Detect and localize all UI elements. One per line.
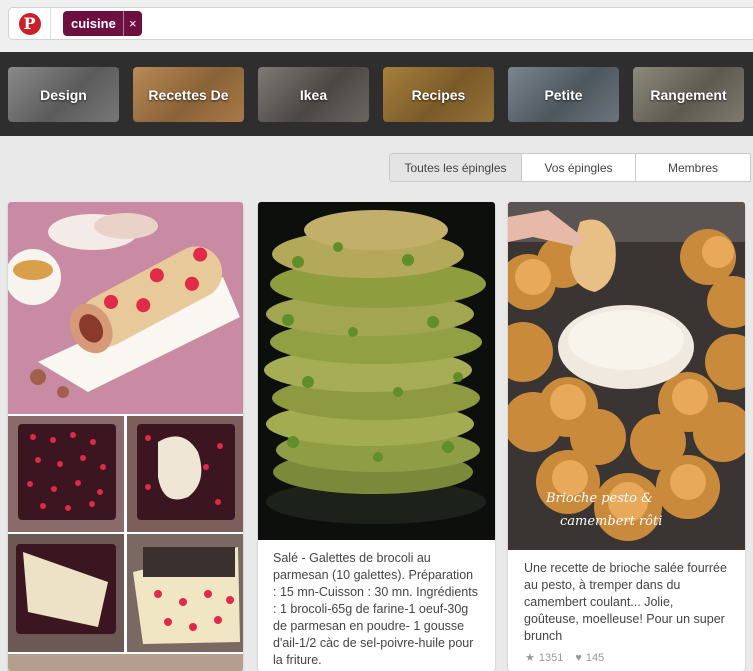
- category-label: Design: [40, 86, 87, 103]
- repin-count: 1351: [538, 651, 564, 664]
- tab-all-pins[interactable]: Toutes les épingles: [389, 153, 522, 182]
- pin-card[interactable]: [8, 202, 243, 671]
- pinterest-logo-icon[interactable]: P: [9, 8, 51, 39]
- category-strip: Design Recettes De Ikea Recipes Petite R…: [0, 52, 753, 136]
- pin-description: Salé - Galettes de brocoli au parmesan (…: [273, 551, 478, 667]
- image-caption: camembert rôti: [560, 514, 662, 529]
- pin-image[interactable]: [8, 202, 243, 671]
- search-bar[interactable]: P cuisine ×: [8, 7, 753, 40]
- repin-icon: ★: [525, 652, 535, 664]
- category-ikea[interactable]: Ikea: [258, 67, 369, 122]
- remove-tag-icon[interactable]: ×: [122, 11, 142, 36]
- category-label: Petite: [544, 86, 583, 103]
- category-label: Recipes: [411, 86, 466, 103]
- category-recipes[interactable]: Recipes: [383, 67, 494, 122]
- category-label: Recettes De: [148, 86, 229, 103]
- pin-card[interactable]: Brioche pesto & camembert rôti Une recet…: [508, 202, 745, 671]
- category-label: Ikea: [299, 86, 328, 103]
- search-tag[interactable]: cuisine ×: [63, 11, 142, 36]
- tab-your-pins[interactable]: Vos épingles: [521, 153, 636, 182]
- pin-image[interactable]: [258, 202, 495, 540]
- tab-members[interactable]: Membres: [635, 153, 751, 182]
- pin-image[interactable]: Brioche pesto & camembert rôti: [508, 202, 745, 550]
- like-icon: ♥: [575, 651, 582, 664]
- category-design[interactable]: Design: [8, 67, 119, 122]
- pin-stats: ★ 1351 ♥ 145: [525, 651, 605, 665]
- pin-filter-tabs: Toutes les épingles Vos épingles Membres: [389, 153, 751, 182]
- category-recettes-de[interactable]: Recettes De: [133, 67, 244, 122]
- like-count: 145: [585, 651, 605, 664]
- top-bar: P cuisine ×: [0, 0, 753, 52]
- category-petite[interactable]: Petite: [508, 67, 619, 122]
- category-rangement[interactable]: Rangement: [633, 67, 744, 122]
- pin-card[interactable]: Salé - Galettes de brocoli au parmesan (…: [258, 202, 495, 671]
- search-tag-label: cuisine: [71, 16, 116, 31]
- pin-description: Une recette de brioche salée fourrée au …: [524, 561, 727, 643]
- category-label: Rangement: [650, 86, 727, 103]
- image-caption: Brioche pesto &: [545, 491, 653, 506]
